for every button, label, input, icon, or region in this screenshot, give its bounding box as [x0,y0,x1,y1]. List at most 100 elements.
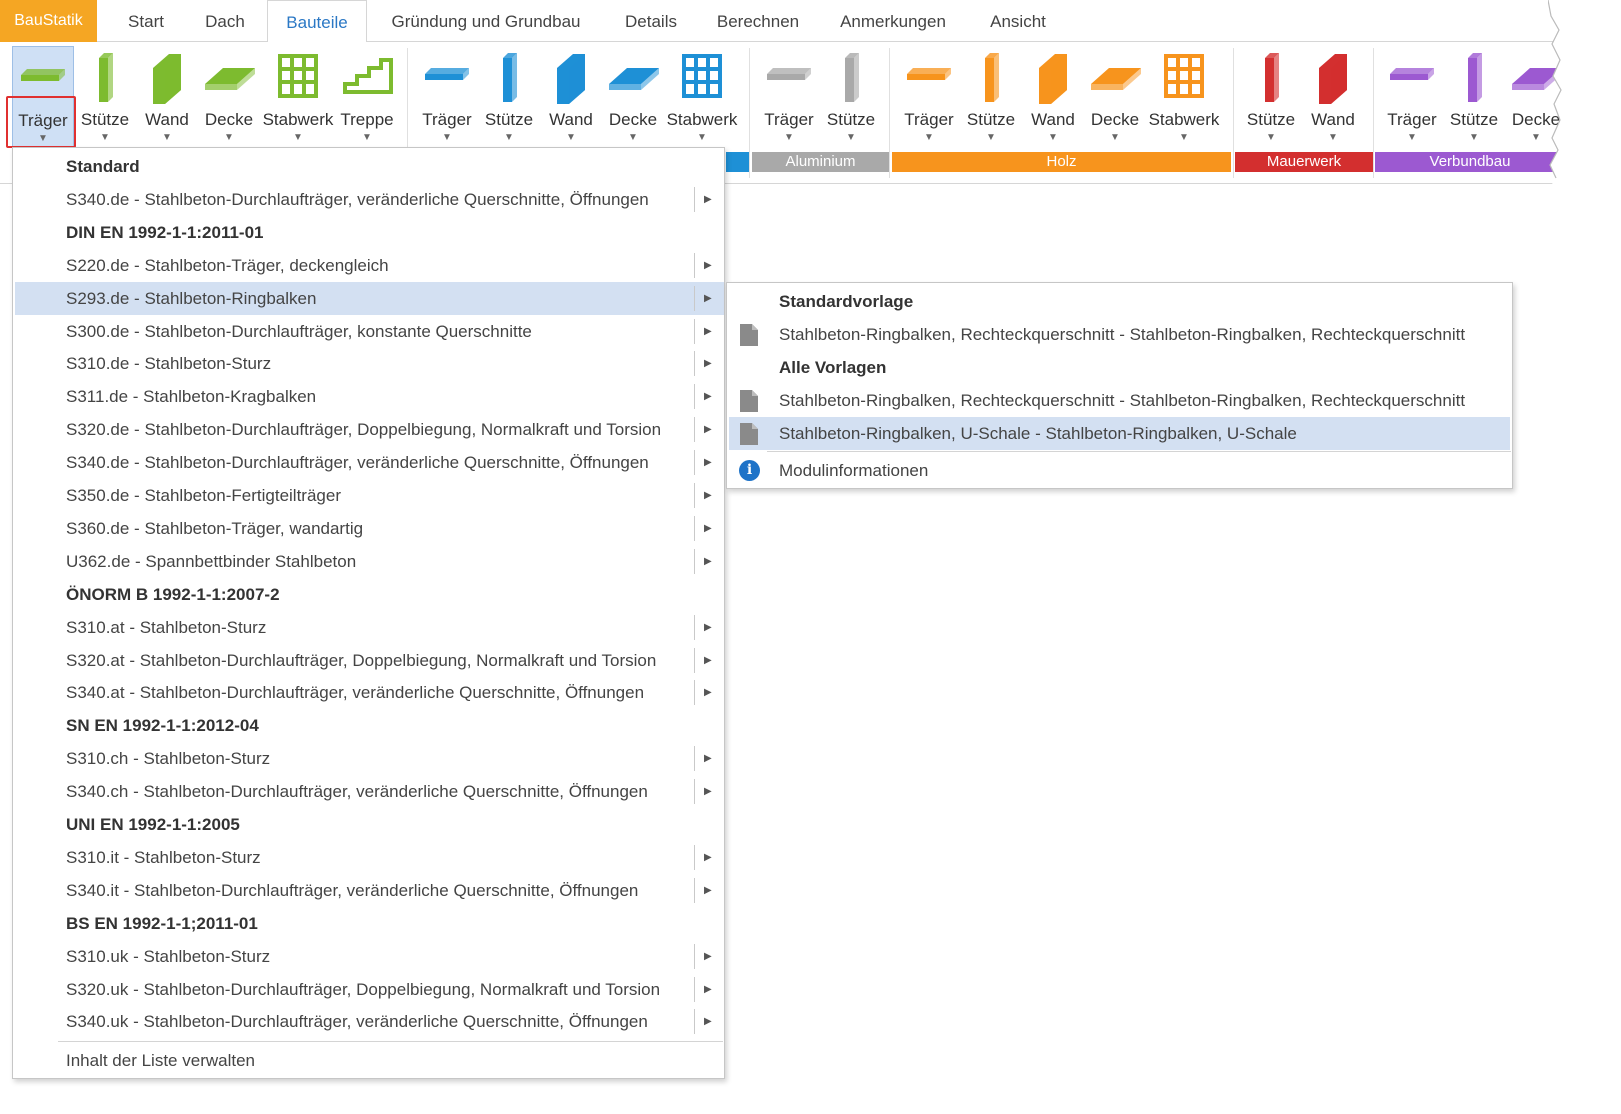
ribbon-button-wand[interactable]: Wand ▼ [540,46,602,154]
menu-item[interactable]: S220.de - Stahlbeton-Träger, deckengleic… [15,249,724,282]
submenu-template-rechteck[interactable]: Stahlbeton-Ringbalken, Rechteckquerschni… [729,384,1510,417]
menu-item-label: S310.it - Stahlbeton-Sturz [66,847,261,867]
menu-item[interactable]: S340.at - Stahlbeton-Durchlaufträger, ve… [15,676,724,709]
decke-icon [609,68,659,90]
chevron-right-icon[interactable]: ▶ [704,611,714,644]
menu-section-heading: SN EN 1992-1-1:2012-04 [15,709,724,742]
ribbon-button-wand[interactable]: Wand ▼ [1302,46,1364,154]
ribbon-button-stabwerk[interactable]: Stabwerk ▼ [262,46,334,154]
chevron-right-icon[interactable]: ▶ [704,446,714,479]
ribbon-button-traeger[interactable]: Träger ▼ [12,46,74,154]
menu-item[interactable]: U362.de - Spannbettbinder Stahlbeton ▶ [15,545,724,578]
decke-icon [1091,68,1141,90]
tab-dach[interactable]: Dach [188,0,262,42]
ribbon-button-stuetze[interactable]: Stütze ▼ [478,46,540,154]
stuetze-icon [845,53,859,102]
info-icon: i [739,460,760,481]
submenu-divider [694,844,695,870]
ribbon-button-decke[interactable]: Decke ▼ [602,46,664,154]
chevron-right-icon[interactable]: ▶ [704,676,714,709]
menu-item[interactable]: S340.uk - Stahlbeton-Durchlaufträger, ve… [15,1005,724,1038]
chevron-right-icon[interactable]: ▶ [704,644,714,677]
menu-item[interactable]: S320.uk - Stahlbeton-Durchlaufträger, Do… [15,973,724,1006]
ribbon-button-stuetze[interactable]: Stütze ▼ [74,46,136,154]
menu-item[interactable]: S310.de - Stahlbeton-Sturz ▶ [15,347,724,380]
ribbon-button-stuetze[interactable]: Stütze ▼ [960,46,1022,154]
submenu-template-u-schale[interactable]: Stahlbeton-Ringbalken, U-Schale - Stahlb… [729,417,1510,450]
ribbon-button-label: Stütze [966,110,1016,129]
menu-item[interactable]: S340.de - Stahlbeton-Durchlaufträger, ve… [15,446,724,479]
menu-item-label: S340.de - Stahlbeton-Durchlaufträger, ve… [66,453,649,473]
chevron-right-icon[interactable]: ▶ [704,347,714,380]
ribbon-button-stuetze[interactable]: Stütze ▼ [1240,46,1302,154]
ribbon-button-decke[interactable]: Decke ▼ [198,46,260,154]
chevron-right-icon[interactable]: ▶ [704,282,714,315]
menu-item[interactable]: S310.ch - Stahlbeton-Sturz ▶ [15,742,724,775]
ribbon-button-traeger[interactable]: Träger ▼ [898,46,960,154]
tab-details[interactable]: Details [607,0,695,42]
menu-item[interactable]: S293.de - Stahlbeton-Ringbalken ▶ [15,281,724,315]
chevron-right-icon[interactable]: ▶ [704,479,714,512]
tab-berechnen[interactable]: Berechnen [706,0,810,42]
menu-item[interactable]: S310.at - Stahlbeton-Sturz ▶ [15,611,724,644]
stabwerk-icon [1164,54,1204,98]
ribbon-button-stuetze[interactable]: Stütze ▼ [820,46,882,154]
tab-bauteile[interactable]: Bauteile [267,0,367,43]
chevron-right-icon[interactable]: ▶ [704,183,714,216]
ribbon-button-stabwerk[interactable]: Stabwerk ▼ [666,46,738,154]
ribbon-button-traeger[interactable]: Träger ▼ [416,46,478,154]
ribbon-button-stuetze[interactable]: Stütze ▼ [1443,46,1505,154]
tab-anmerkungen[interactable]: Anmerkungen [825,0,961,42]
menu-item[interactable]: S340.de - Stahlbeton-Durchlaufträger, ve… [15,183,724,216]
chevron-right-icon[interactable]: ▶ [704,973,714,1006]
menu-item[interactable]: S300.de - Stahlbeton-Durchlaufträger, ko… [15,315,724,348]
traeger-dropdown-menu: Standard S340.de - Stahlbeton-Durchlauftr… [12,147,725,1079]
submenu-divider [694,483,695,508]
tab-start[interactable]: Start [110,0,182,42]
chevron-right-icon[interactable]: ▶ [704,545,714,578]
chevron-right-icon[interactable]: ▶ [704,512,714,545]
menu-item[interactable]: S350.de - Stahlbeton-Fertigteilträger ▶ [15,479,724,512]
wand-icon [153,54,181,104]
menu-item[interactable]: S320.de - Stahlbeton-Durchlaufträger, Do… [15,413,724,446]
traeger-icon [1390,68,1434,80]
chevron-right-icon[interactable]: ▶ [704,413,714,446]
menu-item-label: S340.it - Stahlbeton-Durchlaufträger, ve… [66,880,639,900]
menu-item-label: S311.de - Stahlbeton-Kragbalken [66,387,317,407]
chevron-right-icon[interactable]: ▶ [704,841,714,874]
ribbon-button-traeger[interactable]: Träger ▼ [1381,46,1443,154]
submenu-standard-template[interactable]: Stahlbeton-Ringbalken, Rechteckquerschni… [729,318,1510,351]
menu-item[interactable]: S310.uk - Stahlbeton-Sturz ▶ [15,940,724,973]
ribbon-button-wand[interactable]: Wand ▼ [1022,46,1084,154]
ribbon-button-traeger[interactable]: Träger ▼ [758,46,820,154]
chevron-right-icon[interactable]: ▶ [704,940,714,973]
chevron-right-icon[interactable]: ▶ [704,775,714,808]
ribbon-group-label: Aluminium [752,152,889,172]
menu-item[interactable]: S311.de - Stahlbeton-Kragbalken ▶ [15,380,724,413]
ribbon-button-label: Stabwerk [1148,110,1220,129]
stuetze-icon [1468,53,1482,102]
tab-gruendung[interactable]: Gründung und Grundbau [378,0,594,42]
ribbon-button-decke[interactable]: Decke ▼ [1084,46,1146,154]
submenu-module-info[interactable]: i Modulinformationen [729,454,1510,487]
tab-ansicht[interactable]: Ansicht [975,0,1061,42]
ribbon-button-stabwerk[interactable]: Stabwerk ▼ [1148,46,1220,154]
chevron-right-icon[interactable]: ▶ [704,1005,714,1038]
menu-item[interactable]: S340.it - Stahlbeton-Durchlaufträger, ve… [15,874,724,907]
menu-item[interactable]: S310.it - Stahlbeton-Sturz ▶ [15,841,724,874]
menu-item[interactable]: S320.at - Stahlbeton-Durchlaufträger, Do… [15,644,724,677]
ribbon-button-wand[interactable]: Wand ▼ [136,46,198,154]
ribbon-button-label: Treppe [340,110,394,129]
menu-separator [58,1041,723,1042]
chevron-right-icon[interactable]: ▶ [704,315,714,348]
chevron-right-icon[interactable]: ▶ [704,742,714,775]
menu-item[interactable]: S360.de - Stahlbeton-Träger, wandartig ▶ [15,512,724,545]
ribbon-button-label: Decke [1090,110,1140,129]
chevron-right-icon[interactable]: ▶ [704,380,714,413]
chevron-right-icon[interactable]: ▶ [704,249,714,282]
ribbon-button-treppe[interactable]: Treppe ▼ [336,46,398,154]
app-menu-button[interactable]: BauStatik [0,0,97,42]
menu-item[interactable]: S340.ch - Stahlbeton-Durchlaufträger, ve… [15,775,724,808]
manage-list-item[interactable]: Inhalt der Liste verwalten [15,1044,724,1077]
chevron-right-icon[interactable]: ▶ [704,874,714,907]
